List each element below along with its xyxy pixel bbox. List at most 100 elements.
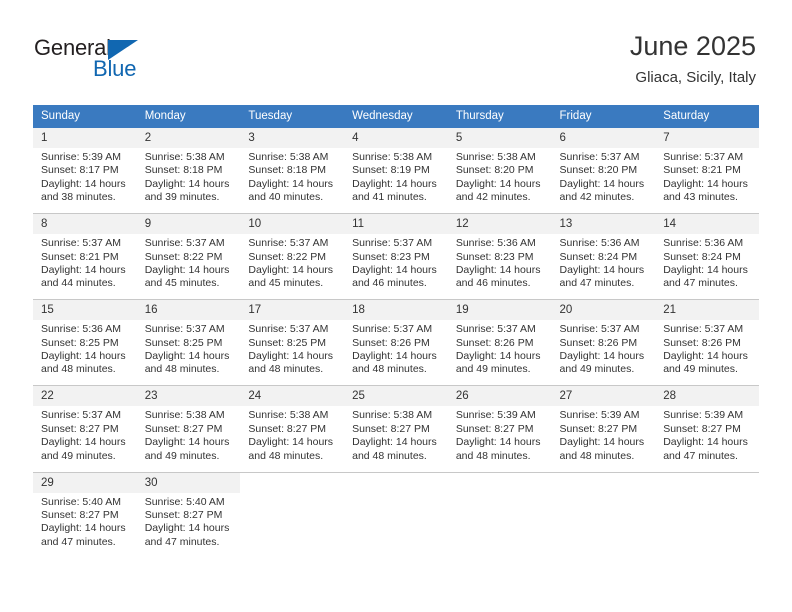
day-detail: Sunrise: 5:40 AM Sunset: 8:27 PM Daylight:… bbox=[136, 492, 241, 558]
weekday-header-sunday: Sunday bbox=[33, 105, 137, 128]
day-number[interactable]: 29 bbox=[33, 472, 137, 493]
general-blue-logo[interactable]: General Blue bbox=[34, 36, 184, 86]
daylight-text: Daylight: 14 hours bbox=[144, 436, 230, 449]
day-detail: Sunrise: 5:37 AM Sunset: 8:27 PM Daylight:… bbox=[33, 406, 137, 471]
day-number[interactable]: 28 bbox=[655, 385, 759, 407]
weekday-header-wednesday: Wednesday bbox=[344, 105, 448, 128]
day-number[interactable]: 27 bbox=[551, 385, 656, 407]
sunrise-text: Sunrise: 5:37 AM bbox=[144, 323, 225, 336]
sunset-text: Sunset: 8:23 PM bbox=[455, 250, 534, 263]
day-number[interactable]: 1 bbox=[33, 128, 137, 148]
sunrise-text: Sunrise: 5:37 AM bbox=[455, 323, 536, 336]
sunrise-sunset-calendar: Sunday Monday Tuesday Wednesday Thursday… bbox=[33, 105, 759, 558]
sunset-text: Sunset: 8:27 PM bbox=[455, 422, 534, 435]
daylight-text: and 49 minutes. bbox=[455, 363, 531, 376]
daylight-text: Daylight: 14 hours bbox=[41, 177, 126, 190]
day-detail: Sunrise: 5:36 AM Sunset: 8:23 PM Daylight:… bbox=[447, 234, 552, 299]
day-detail-empty bbox=[447, 492, 552, 558]
day-number[interactable]: 21 bbox=[655, 299, 759, 321]
day-number[interactable]: 26 bbox=[447, 385, 552, 407]
day-number[interactable]: 9 bbox=[136, 213, 241, 235]
sunset-text: Sunset: 8:17 PM bbox=[41, 164, 119, 177]
day-detail-empty bbox=[655, 492, 759, 558]
day-number[interactable]: 5 bbox=[447, 128, 552, 148]
daylight-text: Daylight: 14 hours bbox=[559, 177, 645, 190]
day-number[interactable]: 23 bbox=[136, 385, 241, 407]
sunrise-text: Sunrise: 5:38 AM bbox=[352, 409, 433, 422]
day-number[interactable]: 15 bbox=[33, 299, 137, 321]
daylight-text: and 48 minutes. bbox=[248, 449, 324, 462]
daylight-text: Daylight: 14 hours bbox=[352, 350, 437, 363]
day-number[interactable]: 3 bbox=[240, 128, 345, 148]
weekday-header-friday: Friday bbox=[551, 105, 656, 128]
day-number[interactable]: 4 bbox=[344, 128, 448, 148]
day-detail: Sunrise: 5:37 AM Sunset: 8:23 PM Daylight:… bbox=[344, 234, 448, 299]
day-detail: Sunrise: 5:37 AM Sunset: 8:26 PM Daylight:… bbox=[551, 320, 656, 385]
daylight-text: and 49 minutes. bbox=[663, 363, 738, 376]
day-number[interactable]: 13 bbox=[551, 213, 656, 235]
day-detail: Sunrise: 5:36 AM Sunset: 8:24 PM Daylight:… bbox=[551, 234, 656, 299]
day-cell-empty bbox=[447, 472, 552, 493]
calendar-page: General Blue June 2025 Gliaca, Sicily, I… bbox=[0, 0, 792, 612]
day-number[interactable]: 20 bbox=[551, 299, 656, 321]
daylight-text: and 42 minutes. bbox=[455, 191, 531, 204]
day-number[interactable]: 11 bbox=[344, 213, 448, 235]
day-number[interactable]: 17 bbox=[240, 299, 345, 321]
week-row-details: Sunrise: 5:37 AM Sunset: 8:21 PM Daylight:… bbox=[33, 234, 759, 299]
day-number[interactable]: 24 bbox=[240, 385, 345, 407]
day-number[interactable]: 25 bbox=[344, 385, 448, 407]
sunrise-text: Sunrise: 5:37 AM bbox=[663, 151, 744, 163]
day-detail: Sunrise: 5:37 AM Sunset: 8:26 PM Daylight:… bbox=[655, 320, 759, 385]
day-number[interactable]: 30 bbox=[136, 472, 241, 493]
sunset-text: Sunset: 8:20 PM bbox=[559, 164, 638, 177]
daylight-text: Daylight: 14 hours bbox=[352, 436, 437, 449]
day-detail: Sunrise: 5:38 AM Sunset: 8:18 PM Daylight:… bbox=[136, 148, 241, 213]
day-number[interactable]: 12 bbox=[447, 213, 552, 235]
daylight-text: and 47 minutes. bbox=[41, 535, 116, 548]
daylight-text: and 43 minutes. bbox=[663, 191, 738, 204]
day-number[interactable]: 2 bbox=[136, 128, 241, 148]
day-detail: Sunrise: 5:37 AM Sunset: 8:21 PM Daylight:… bbox=[33, 234, 137, 299]
day-number[interactable]: 6 bbox=[551, 128, 656, 148]
sunrise-text: Sunrise: 5:37 AM bbox=[41, 409, 121, 422]
week-row-daynumbers: 15 16 17 18 19 20 21 bbox=[33, 299, 759, 321]
daylight-text: Daylight: 14 hours bbox=[248, 263, 334, 276]
day-detail: Sunrise: 5:37 AM Sunset: 8:20 PM Daylight:… bbox=[551, 148, 656, 213]
sunrise-text: Sunrise: 5:37 AM bbox=[352, 237, 433, 250]
daylight-text: Daylight: 14 hours bbox=[144, 350, 230, 363]
daylight-text: and 47 minutes. bbox=[663, 277, 738, 290]
day-number[interactable]: 8 bbox=[33, 213, 137, 235]
sunset-text: Sunset: 8:21 PM bbox=[663, 164, 741, 177]
week-row-details: Sunrise: 5:40 AM Sunset: 8:27 PM Daylight:… bbox=[33, 492, 759, 558]
daylight-text: Daylight: 14 hours bbox=[559, 436, 645, 449]
day-cell-empty bbox=[344, 472, 448, 493]
day-number[interactable]: 18 bbox=[344, 299, 448, 321]
sunrise-text: Sunrise: 5:37 AM bbox=[248, 323, 329, 336]
daylight-text: and 48 minutes. bbox=[41, 363, 116, 376]
day-detail: Sunrise: 5:38 AM Sunset: 8:18 PM Daylight:… bbox=[240, 148, 345, 213]
sunset-text: Sunset: 8:22 PM bbox=[248, 250, 327, 263]
daylight-text: Daylight: 14 hours bbox=[559, 350, 645, 363]
daylight-text: and 42 minutes. bbox=[559, 191, 635, 204]
weekday-header-saturday: Saturday bbox=[655, 105, 759, 128]
day-number[interactable]: 19 bbox=[447, 299, 552, 321]
sunrise-text: Sunrise: 5:37 AM bbox=[663, 323, 744, 336]
daylight-text: Daylight: 14 hours bbox=[352, 177, 437, 190]
day-number[interactable]: 22 bbox=[33, 385, 137, 407]
week-row-daynumbers: 22 23 24 25 26 27 28 bbox=[33, 385, 759, 407]
week-row-daynumbers: 1234567 bbox=[33, 128, 759, 148]
day-number[interactable]: 16 bbox=[136, 299, 241, 321]
sunrise-text: Sunrise: 5:37 AM bbox=[559, 323, 640, 336]
daylight-text: and 48 minutes. bbox=[144, 363, 220, 376]
day-number[interactable]: 10 bbox=[240, 213, 345, 235]
day-number[interactable]: 14 bbox=[655, 213, 759, 235]
weekday-header-tuesday: Tuesday bbox=[240, 105, 345, 128]
daylight-text: and 48 minutes. bbox=[352, 449, 427, 462]
day-cell-empty bbox=[551, 472, 656, 493]
daylight-text: Daylight: 14 hours bbox=[455, 263, 541, 276]
day-number[interactable]: 7 bbox=[655, 128, 759, 148]
sunset-text: Sunset: 8:27 PM bbox=[352, 422, 430, 435]
weekday-header-thursday: Thursday bbox=[447, 105, 552, 128]
daylight-text: Daylight: 14 hours bbox=[41, 436, 126, 449]
sunrise-text: Sunrise: 5:36 AM bbox=[663, 237, 744, 250]
